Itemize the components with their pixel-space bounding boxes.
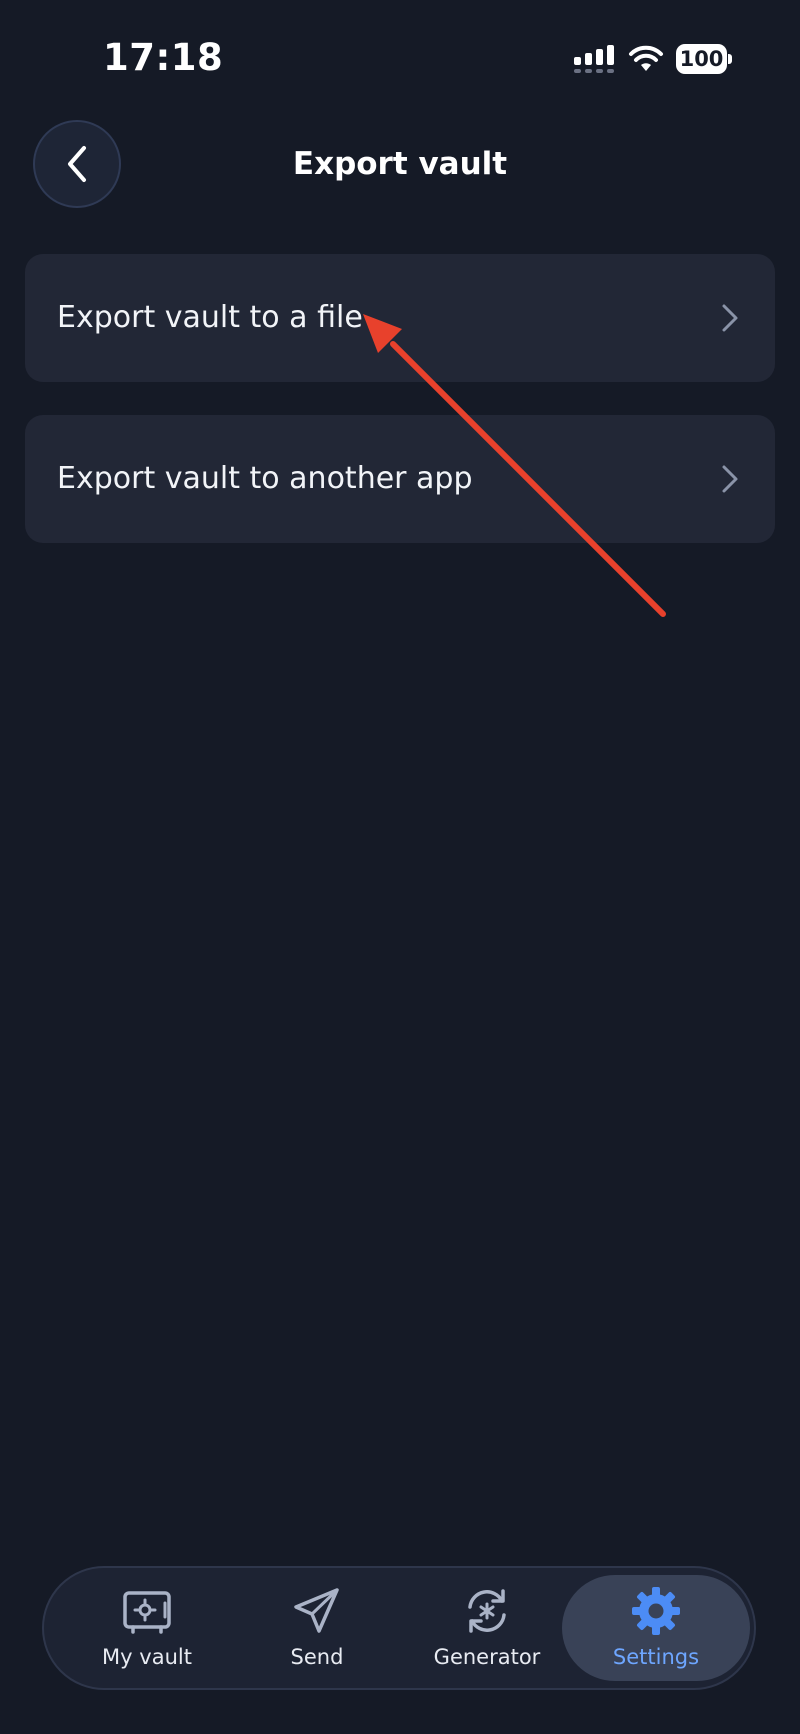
tab-send[interactable]: Send bbox=[232, 1575, 402, 1681]
export-to-another-app-label: Export vault to another app bbox=[57, 461, 473, 496]
send-icon bbox=[294, 1588, 339, 1633]
screen: 17:18 100 Export vault Export vault to a… bbox=[0, 0, 800, 1734]
tab-send-label: Send bbox=[290, 1645, 344, 1669]
wifi-icon bbox=[629, 45, 663, 71]
battery-tip bbox=[728, 54, 732, 64]
tab-generator-label: Generator bbox=[433, 1645, 541, 1669]
battery-level: 100 bbox=[676, 44, 727, 74]
chevron-right-icon bbox=[722, 304, 738, 332]
cellular-signal-icon bbox=[574, 45, 614, 73]
tab-settings[interactable]: Settings bbox=[562, 1575, 750, 1681]
tab-my-vault-label: My vault bbox=[102, 1645, 192, 1669]
battery-indicator: 100 bbox=[676, 44, 732, 74]
status-time: 17:18 bbox=[103, 36, 224, 79]
generator-icon bbox=[468, 1589, 506, 1633]
export-to-file-label: Export vault to a file bbox=[57, 300, 363, 335]
chevron-right-icon bbox=[722, 465, 738, 493]
page-title: Export vault bbox=[292, 146, 508, 182]
gear-icon bbox=[632, 1587, 680, 1635]
export-to-another-app-row[interactable]: Export vault to another app bbox=[25, 415, 775, 543]
tab-my-vault[interactable]: My vault bbox=[62, 1575, 232, 1681]
tab-generator[interactable]: Generator bbox=[402, 1575, 572, 1681]
vault-icon bbox=[123, 1591, 171, 1634]
tab-bar: My vault Send Generator Settings bbox=[42, 1566, 756, 1690]
export-to-file-row[interactable]: Export vault to a file bbox=[25, 254, 775, 382]
tab-settings-label: Settings bbox=[612, 1645, 700, 1669]
